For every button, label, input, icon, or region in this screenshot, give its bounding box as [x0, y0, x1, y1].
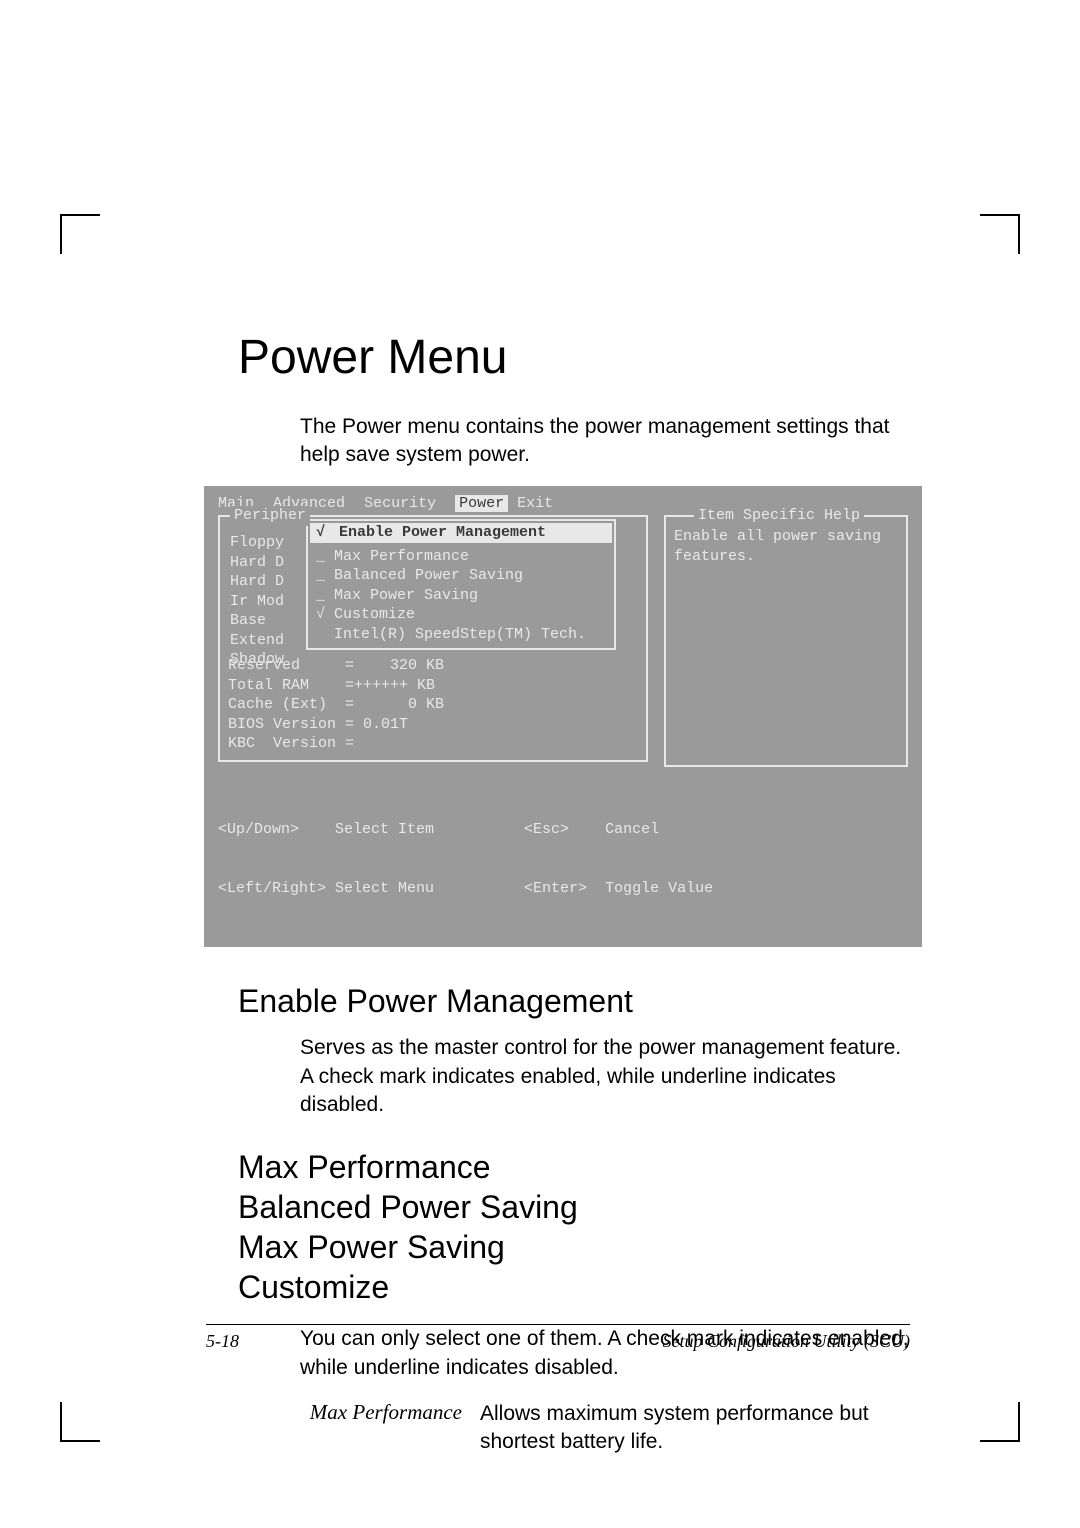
page: Power Menu The Power menu contains the p… — [0, 0, 1080, 1528]
bios-popup-item-customize: √ Customize — [316, 605, 606, 625]
bios-biosversion: BIOS Version = 0.01T — [228, 715, 638, 735]
bios-power-popup: √ Enable Power Management _ Max Performa… — [306, 519, 616, 650]
bios-popup-item-balanced: _ Balanced Power Saving — [316, 566, 606, 586]
content-area: Power Menu The Power menu contains the p… — [238, 330, 910, 1457]
document-title: Setup Configuration Utility (SCU) — [663, 1331, 911, 1352]
bios-popup-item-maxsave: _ Max Power Saving — [316, 586, 606, 606]
heading-customize: Customize — [238, 1267, 910, 1307]
bios-menu-exit: Exit — [517, 495, 563, 512]
bios-label-irmod: Ir Mod — [230, 592, 284, 612]
crop-mark-top-right — [980, 214, 1020, 254]
bios-totalram: Total RAM =++++++ KB — [228, 676, 638, 696]
bios-popup-item-maxperf: _ Max Performance — [316, 547, 606, 567]
bios-menu-power: Power — [455, 495, 508, 512]
bios-help-label: Item Specific Help — [694, 506, 864, 526]
definition-desc: Allows maximum system performance but sh… — [480, 1400, 910, 1457]
heading-max-saving: Max Power Saving — [238, 1227, 910, 1267]
bios-peripheral-label: Peripher — [230, 506, 310, 526]
page-title: Power Menu — [238, 330, 910, 385]
bios-left-panel: Peripher Floppy Hard D Hard D Ir Mod Bas… — [218, 513, 648, 767]
bios-popup-item-speedstep: Intel(R) SpeedStep(TM) Tech. — [316, 625, 606, 645]
bios-cache: Cache (Ext) = 0 KB — [228, 695, 638, 715]
check-icon: √ — [316, 523, 330, 543]
bios-footer: <Up/Down> Select Item <Esc> Cancel <Left… — [218, 781, 908, 937]
bios-label-hardd1: Hard D — [230, 553, 284, 573]
bios-help-box: Item Specific Help Enable all power savi… — [664, 515, 908, 767]
bios-peripheral-box: Peripher Floppy Hard D Hard D Ir Mod Bas… — [218, 515, 648, 762]
crop-mark-bottom-left — [60, 1402, 100, 1442]
bios-label-extend: Extend — [230, 631, 284, 651]
heading-balanced: Balanced Power Saving — [238, 1187, 910, 1227]
page-number: 5-18 — [206, 1331, 239, 1352]
intro-paragraph: The Power menu contains the power manage… — [300, 413, 910, 470]
bios-screenshot: Main Advanced Security Power Exit Periph… — [204, 486, 922, 948]
bios-help-body: Enable all power saving features. — [674, 527, 898, 566]
bios-label-floppy: Floppy — [230, 533, 284, 553]
bios-footer-line2: <Left/Right> Select Menu <Enter> Toggle … — [218, 879, 908, 899]
bios-kbcversion: KBC Version = — [228, 734, 638, 754]
heading-max-performance: Max Performance — [238, 1147, 910, 1187]
bios-help-line1: Enable all power saving — [674, 527, 898, 547]
definition-term: Max Performance — [300, 1400, 480, 1457]
bios-help-panel: Item Specific Help Enable all power savi… — [648, 513, 908, 767]
group-heading: Max Performance Balanced Power Saving Ma… — [238, 1147, 910, 1307]
bios-label-shadow: Shadow — [230, 650, 284, 670]
bios-label-hardd2: Hard D — [230, 572, 284, 592]
page-footer: 5-18 Setup Configuration Utility (SCU) — [206, 1324, 910, 1352]
bios-help-line2: features. — [674, 547, 898, 567]
bios-menu-security: Security — [364, 495, 446, 512]
bios-popup-title: Enable Power Management — [339, 524, 546, 541]
bios-footer-line1: <Up/Down> Select Item <Esc> Cancel — [218, 820, 908, 840]
crop-mark-bottom-right — [980, 1402, 1020, 1442]
bios-reserved: Reserved = 320 KB — [228, 656, 638, 676]
bios-left-labels: Floppy Hard D Hard D Ir Mod Base Extend … — [230, 533, 284, 670]
crop-mark-top-left — [60, 214, 100, 254]
section-body-enable: Serves as the master control for the pow… — [300, 1034, 910, 1119]
section-heading-enable: Enable Power Management — [238, 983, 910, 1020]
bios-popup-title-row: √ Enable Power Management — [310, 523, 612, 543]
bios-label-base: Base — [230, 611, 284, 631]
definition-row: Max Performance Allows maximum system pe… — [300, 1400, 910, 1457]
bios-popup-body: _ Max Performance _ Balanced Power Savin… — [308, 545, 614, 649]
bios-info-lines: Reserved = 320 KB Total RAM =++++++ KB C… — [228, 656, 638, 754]
